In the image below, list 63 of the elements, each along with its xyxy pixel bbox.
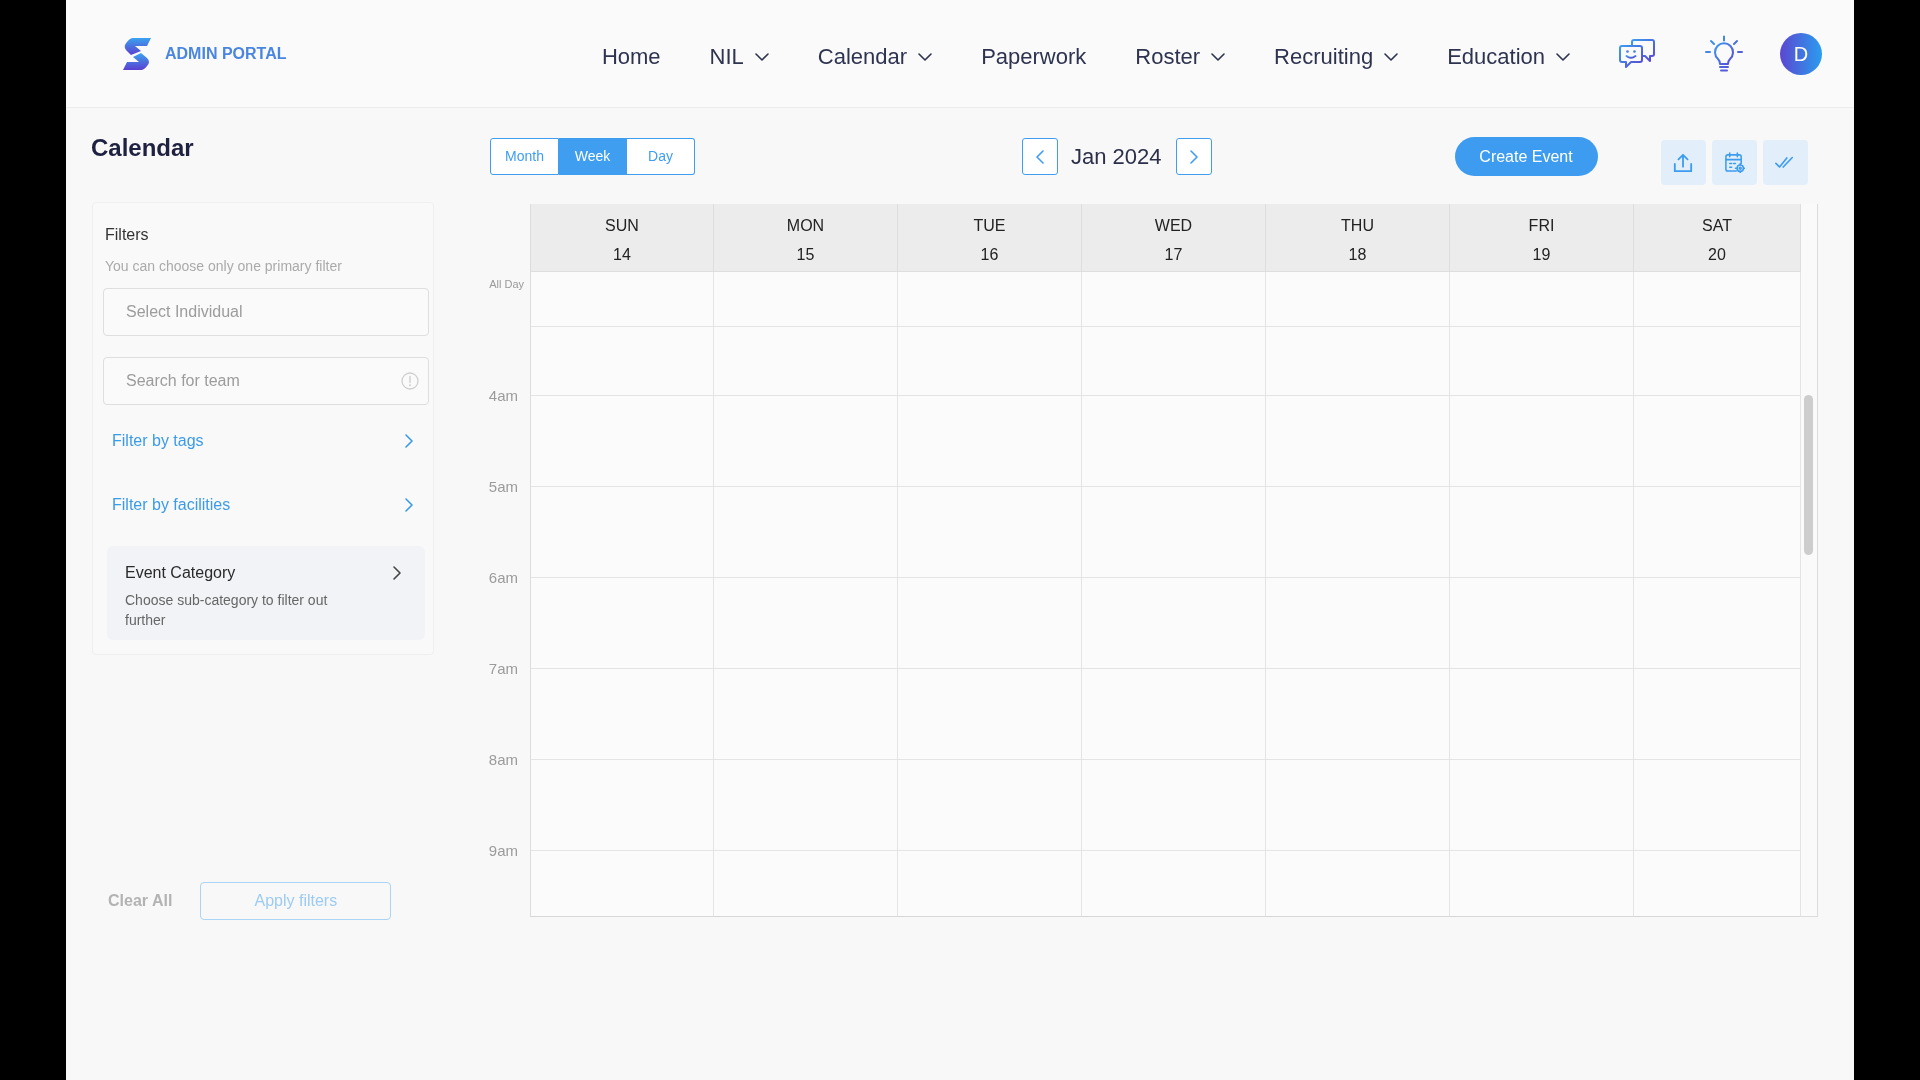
- next-button[interactable]: [1175, 138, 1212, 175]
- previous-button[interactable]: [1022, 138, 1058, 175]
- avatar[interactable]: D: [1780, 32, 1822, 75]
- brand-name[interactable]: ADMIN PORTAL: [165, 41, 287, 66]
- weekday-label: TUE: [973, 216, 1006, 236]
- chevron-right-icon: [405, 434, 413, 448]
- nav-link[interactable]: Recruiting: [1274, 34, 1399, 73]
- event-category-item[interactable]: Event Category Choose sub-category to filter out further: [107, 546, 425, 640]
- chat-bubbles-icon[interactable]: [1619, 38, 1655, 69]
- filters-hint: You can choose only one primary filter: [105, 258, 343, 274]
- calendar-gear-icon: [1723, 152, 1745, 173]
- date-label: 14: [613, 245, 631, 265]
- date-label: 18: [1348, 245, 1367, 265]
- s-logo-icon[interactable]: [123, 37, 151, 70]
- time-label: 7am: [488, 660, 518, 678]
- upload-icon: [1673, 152, 1694, 173]
- filter-link[interactable]: Filter by tags: [103, 421, 429, 461]
- weekday-label: WED: [1154, 216, 1193, 236]
- weekday-label: MON: [786, 216, 825, 236]
- date-label: 19: [1532, 245, 1551, 265]
- scrollbar-thumb[interactable]: [1804, 395, 1813, 555]
- weekday-label: SAT: [1702, 216, 1732, 236]
- filter-link[interactable]: Filter by facilities: [103, 485, 429, 525]
- view-tab[interactable]: Month: [490, 138, 559, 175]
- filters-heading: Filters: [105, 225, 150, 245]
- nav-link[interactable]: Education: [1447, 34, 1570, 73]
- date-label: 20: [1708, 245, 1726, 265]
- nav-link[interactable]: Paperwork: [981, 34, 1087, 73]
- individual-select[interactable]: Select Individual: [103, 288, 429, 336]
- time-label: 4am: [488, 387, 518, 405]
- chevron-left-icon: [1036, 149, 1044, 164]
- weekday-label: SUN: [605, 216, 639, 236]
- time-label: 9am: [488, 842, 518, 860]
- category-title: Event Category: [125, 563, 237, 583]
- period-label: Jan 2024: [1071, 143, 1162, 171]
- chevron-right-icon: [405, 498, 413, 512]
- all-day-label: All Day: [489, 278, 524, 291]
- calendar-settings-button[interactable]: [1711, 140, 1757, 185]
- chevron-right-icon: [1189, 149, 1198, 164]
- upload-button[interactable]: [1660, 140, 1706, 185]
- view-tab[interactable]: Day: [627, 138, 695, 175]
- category-description: Choose sub-category to filter out further: [125, 591, 329, 630]
- chevron-right-icon: [393, 566, 401, 580]
- time-label: 5am: [488, 478, 518, 496]
- double-check-icon: [1775, 156, 1796, 169]
- nav-link[interactable]: Home: [601, 34, 661, 73]
- lightbulb-icon[interactable]: [1704, 35, 1744, 72]
- date-label: 17: [1164, 245, 1183, 265]
- nav-link[interactable]: Roster: [1135, 34, 1226, 73]
- page-title: Calendar: [91, 133, 195, 163]
- weekday-label: FRI: [1528, 216, 1555, 236]
- date-label: 15: [796, 245, 815, 265]
- time-label: 6am: [488, 569, 518, 587]
- weekday-label: THU: [1341, 216, 1374, 236]
- nav-link[interactable]: Calendar: [817, 34, 933, 73]
- double-check-button[interactable]: [1762, 140, 1808, 185]
- exclamation-circle-icon: [401, 372, 419, 390]
- team-search-field[interactable]: Search for team: [103, 357, 429, 405]
- create-event-button[interactable]: Create Event: [1454, 137, 1598, 176]
- time-label: 8am: [488, 751, 518, 769]
- nav-link[interactable]: NIL: [709, 34, 769, 73]
- date-label: 16: [980, 245, 999, 265]
- view-tab[interactable]: Week: [559, 138, 627, 175]
